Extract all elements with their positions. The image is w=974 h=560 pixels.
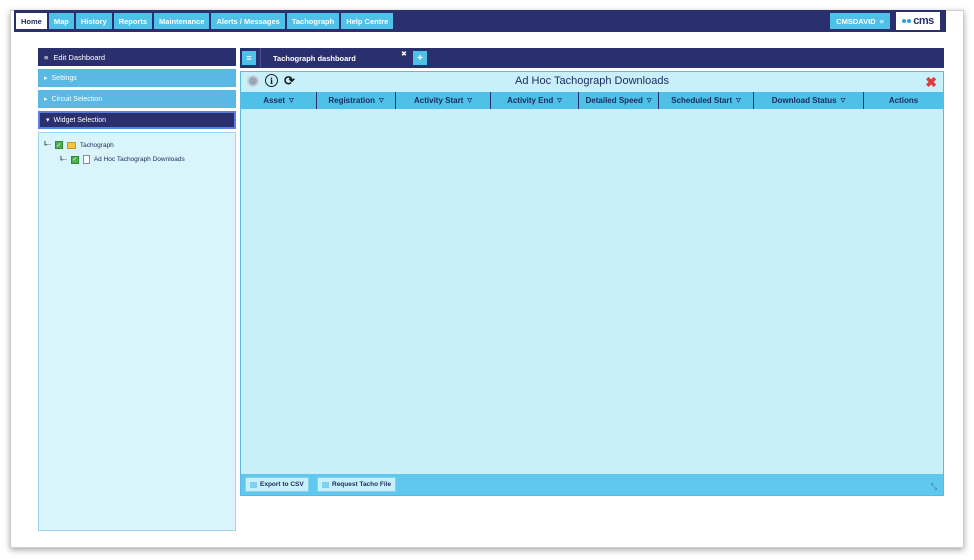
tree-label-ad-hoc: Ad Hoc Tachograph Downloads xyxy=(93,156,185,163)
tree-item-ad-hoc[interactable]: ┗╌ ✓ Ad Hoc Tachograph Downloads xyxy=(59,155,185,164)
nav-map[interactable]: Map xyxy=(48,13,74,29)
col-actions[interactable]: Actions xyxy=(864,92,943,109)
edit-dashboard-label: Edit Dashboard xyxy=(53,52,106,62)
dashboard-menu-button[interactable]: ≡ xyxy=(242,51,256,65)
nav-help-centre[interactable]: Help Centre xyxy=(341,13,394,29)
col-actions-label: Actions xyxy=(888,96,919,105)
col-scheduled-start-label: Scheduled Start xyxy=(671,96,733,105)
export-icon xyxy=(250,481,257,488)
col-download-status[interactable]: Download Status ▽ xyxy=(754,92,864,109)
request-icon xyxy=(322,481,329,488)
dashboard-tab-bar: ≡ Tachograph dashboard ✖ + xyxy=(240,48,944,68)
sort-icon: ▽ xyxy=(646,98,652,104)
tree-connector-icon: ┗╌ xyxy=(43,142,51,149)
tree-label-tachograph: Tachograph xyxy=(79,141,114,149)
widget-tree: ┗╌ ✓ Tachograph ┗╌ ✓ Ad Hoc Tachograph D… xyxy=(38,132,236,531)
sort-icon: ▽ xyxy=(840,98,846,104)
sort-icon: ▽ xyxy=(467,98,472,104)
widget-title: Ad Hoc Tachograph Downloads xyxy=(515,75,669,87)
gear-icon[interactable] xyxy=(247,74,259,87)
col-detailed-speed-label: Detailed Speed xyxy=(585,96,643,105)
checkbox-icon[interactable]: ✓ xyxy=(54,141,63,149)
info-icon[interactable]: i xyxy=(265,74,278,87)
caret-down-icon: ▾ xyxy=(46,117,50,124)
resize-handle-icon[interactable]: ⤡ xyxy=(931,482,937,492)
col-activity-end[interactable]: Activity End ▽ xyxy=(491,92,579,109)
document-icon xyxy=(82,155,90,164)
cms-logo: cms xyxy=(896,12,940,30)
col-activity-start[interactable]: Activity Start ▽ xyxy=(396,92,491,109)
nav-home[interactable]: Home xyxy=(16,13,47,29)
add-tab-button[interactable]: + xyxy=(413,51,427,65)
logo-text: cms xyxy=(913,15,934,27)
nav-maintenance[interactable]: Maintenance xyxy=(154,13,210,29)
user-menu-button[interactable]: CMSDAVID ≡ xyxy=(830,13,890,29)
nav-alerts[interactable]: Alerts / Messages xyxy=(211,13,285,29)
nav-tachograph[interactable]: Tachograph xyxy=(286,13,340,29)
widget-selection-label: Widget Selection xyxy=(53,116,107,124)
tree-item-tachograph[interactable]: ┗╌ ✓ Tachograph xyxy=(43,141,114,149)
sidebar-section-settings[interactable]: ▸ Settings xyxy=(38,69,236,87)
tab-tachograph-dashboard[interactable]: Tachograph dashboard xyxy=(260,48,410,68)
edit-dashboard-header[interactable]: ≡ Edit Dashboard xyxy=(38,48,236,66)
sort-icon: ▽ xyxy=(557,98,562,104)
sort-icon: ▽ xyxy=(736,98,741,104)
sidebar-section-circuit-selection[interactable]: ▸ Circuit Selection xyxy=(38,90,236,108)
circuit-selection-label: Circuit Selection xyxy=(51,95,103,103)
user-name: CMSDAVID xyxy=(836,16,876,26)
request-tacho-file-button[interactable]: Request Tacho File xyxy=(317,477,397,492)
col-detailed-speed[interactable]: Detailed Speed ▽ xyxy=(579,92,659,109)
ad-hoc-downloads-widget: Ad Hoc Tachograph Downloads i ⟳ ✖ Asset ▽… xyxy=(240,71,944,496)
checkbox-icon[interactable]: ✓ xyxy=(70,155,79,164)
logo-dots-icon xyxy=(902,19,912,23)
export-csv-label: Export to CSV xyxy=(260,481,304,488)
col-download-status-label: Download Status xyxy=(771,96,837,105)
request-tacho-file-label: Request Tacho File xyxy=(332,481,392,488)
sort-icon: ▽ xyxy=(289,98,294,104)
refresh-icon[interactable]: ⟳ xyxy=(284,74,295,87)
caret-right-icon: ▸ xyxy=(44,96,48,103)
export-csv-button[interactable]: Export to CSV xyxy=(245,477,309,492)
hamburger-icon: ≡ xyxy=(44,52,49,62)
close-tab-icon[interactable]: ✖ xyxy=(401,50,407,58)
folder-icon xyxy=(66,141,76,149)
sidebar-section-widget-selection[interactable]: ▾ Widget Selection xyxy=(38,111,236,129)
nav-history[interactable]: History xyxy=(75,13,112,29)
hamburger-icon: ≡ xyxy=(879,16,884,26)
col-registration[interactable]: Registration ▽ xyxy=(317,92,396,109)
widget-footer: Export to CSV Request Tacho File ⤡ xyxy=(241,474,943,495)
col-activity-start-label: Activity Start xyxy=(414,96,464,105)
settings-label: Settings xyxy=(51,74,77,82)
col-registration-label: Registration xyxy=(328,96,376,105)
widget-header: Ad Hoc Tachograph Downloads i ⟳ ✖ xyxy=(241,72,943,91)
col-activity-end-label: Activity End xyxy=(507,96,554,105)
top-nav: Home Map History Reports Maintenance Ale… xyxy=(14,10,946,32)
close-widget-icon[interactable]: ✖ xyxy=(925,74,937,91)
col-asset-label: Asset xyxy=(263,96,286,105)
caret-right-icon: ▸ xyxy=(44,75,48,82)
tree-connector-icon: ┗╌ xyxy=(59,156,67,164)
nav-reports[interactable]: Reports xyxy=(113,13,153,29)
col-asset[interactable]: Asset ▽ xyxy=(241,92,317,109)
table-header: Asset ▽ Registration ▽ Activity Start ▽ Act… xyxy=(241,92,943,109)
widget-tools: i ⟳ xyxy=(247,74,295,87)
sort-icon: ▽ xyxy=(379,98,384,104)
col-scheduled-start[interactable]: Scheduled Start ▽ xyxy=(659,92,754,109)
sidebar: ≡ Edit Dashboard ▸ Settings ▸ Circuit Se… xyxy=(38,48,236,531)
